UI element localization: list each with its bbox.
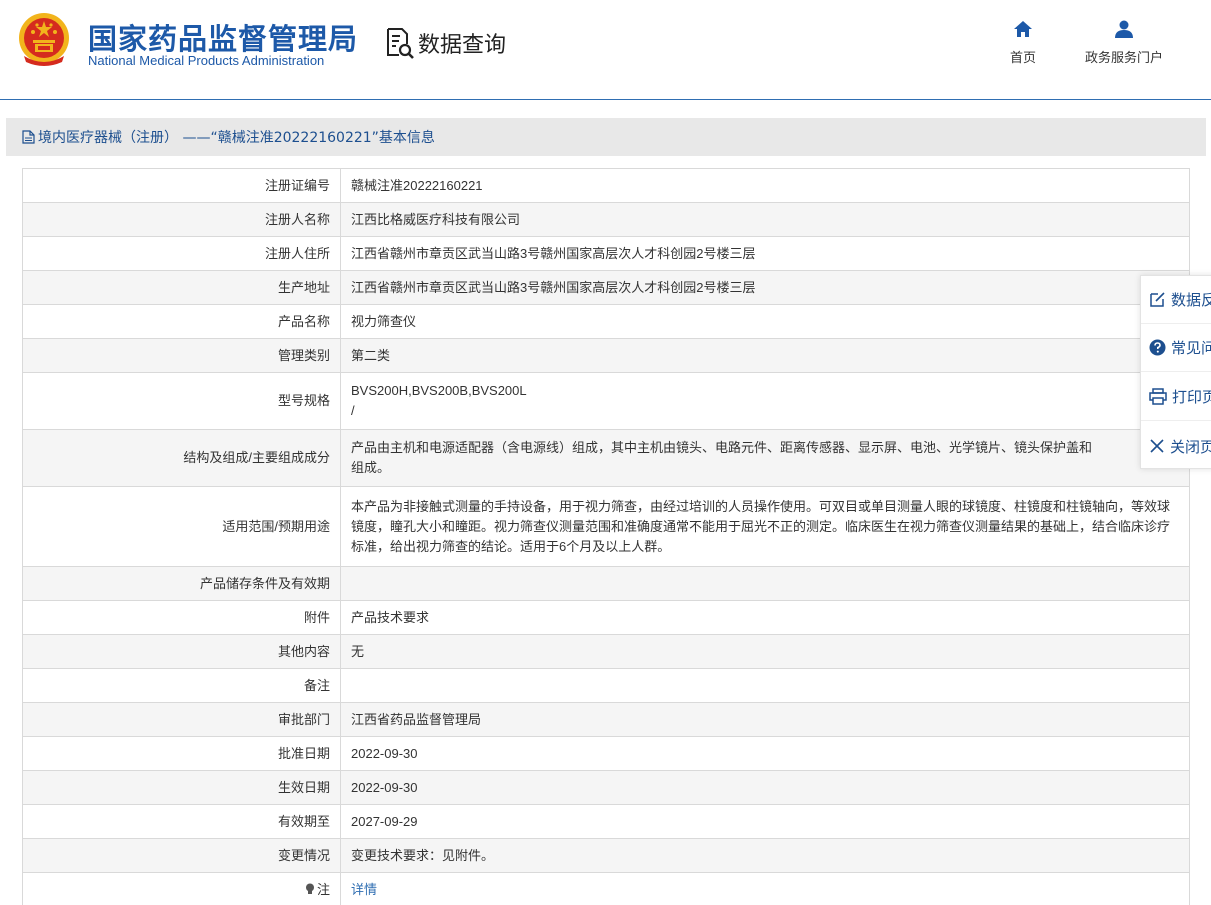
- faq-label: 常见问题: [1171, 339, 1211, 357]
- close-page-button[interactable]: 关闭页面: [1141, 422, 1211, 470]
- print-button[interactable]: 打印页面: [1141, 373, 1211, 421]
- table-row: 附件 产品技术要求: [22, 600, 1190, 635]
- field-value: 江西省赣州市章贡区武当山路3号赣州国家高层次人才科创园2号楼三层: [340, 270, 1190, 305]
- nav-portal-label: 政务服务门户: [1084, 50, 1163, 65]
- field-label: 结构及组成/主要组成成分: [22, 429, 341, 487]
- device-info-table: 注册证编号 赣械注准20222160221 注册人名称 江西比格威医疗科技有限公司 …: [22, 168, 1190, 905]
- table-row: 批准日期 2022-09-30: [22, 736, 1190, 771]
- table-row: 审批部门 江西省药品监督管理局: [22, 702, 1190, 737]
- model-extra: /: [351, 403, 355, 418]
- field-label: 附件: [22, 600, 341, 635]
- home-icon: [1014, 21, 1032, 37]
- table-row: 型号规格 BVS200H,BVS200B,BVS200L /: [22, 372, 1190, 430]
- data-query-heading: 数据查询: [385, 26, 506, 60]
- user-icon: [1115, 20, 1133, 38]
- field-value: 产品由主机和电源适配器（含电源线）组成，其中主机由镜头、电路元件、距离传感器、显…: [340, 429, 1190, 487]
- field-label: 产品储存条件及有效期: [22, 566, 341, 601]
- field-value: 2027-09-29: [340, 804, 1190, 839]
- query-title: 数据查询: [418, 33, 507, 58]
- field-value: [340, 668, 1190, 703]
- field-label: 生效日期: [22, 770, 341, 805]
- question-circle-icon: [1149, 339, 1166, 356]
- field-label: 注册人名称: [22, 202, 341, 237]
- close-page-label: 关闭页面: [1170, 437, 1211, 456]
- field-value: BVS200H,BVS200B,BVS200L /: [340, 372, 1190, 430]
- field-label: 注册证编号: [22, 168, 341, 203]
- brand-name-en: National Medical Products Administration: [88, 53, 325, 68]
- field-value: 本产品为非接触式测量的手持设备，用于视力筛查，由经过培训的人员操作使用。可双目或…: [340, 486, 1190, 567]
- table-row: 产品储存条件及有效期: [22, 566, 1190, 601]
- structure-line-1: 产品由主机和电源适配器（含电源线）组成，其中主机由镜头、电路元件、距离传感器、显…: [351, 440, 1093, 455]
- field-label: 注: [22, 872, 341, 905]
- brand-name-cn: 国家药品监督管理局: [88, 22, 359, 56]
- feedback-label: 数据反馈: [1171, 291, 1211, 309]
- table-row: 备注: [22, 668, 1190, 703]
- record-title-bar: 境内医疗器械（注册） ——“赣械注准20222160221”基本信息: [6, 118, 1206, 156]
- nav-service-portal[interactable]: 政务服务门户: [1078, 20, 1170, 66]
- field-value: 无: [340, 634, 1190, 669]
- model-list: BVS200H,BVS200B,BVS200L: [351, 383, 527, 398]
- field-label: 管理类别: [22, 338, 341, 373]
- table-row: 注册人住所 江西省赣州市章贡区武当山路3号赣州国家高层次人才科创园2号楼三层: [22, 236, 1190, 271]
- lightbulb-icon: [305, 883, 314, 894]
- field-value: 详情: [340, 872, 1190, 905]
- nav-home[interactable]: 首页: [1004, 20, 1042, 66]
- field-label: 有效期至: [22, 804, 341, 839]
- field-value: 产品技术要求: [340, 600, 1190, 635]
- field-label: 备注: [22, 668, 341, 703]
- field-value: 变更技术要求：见附件。: [340, 838, 1190, 873]
- table-row: 注 详情: [22, 872, 1190, 905]
- close-icon: [1150, 439, 1164, 453]
- table-row: 其他内容无: [22, 634, 1190, 669]
- nav-home-label: 首页: [1009, 50, 1036, 65]
- table-row: 变更情况 变更技术要求：见附件。: [22, 838, 1190, 873]
- details-link[interactable]: 详情: [351, 882, 377, 897]
- structure-line-2: 组成。: [351, 460, 391, 475]
- field-label: 批准日期: [22, 736, 341, 771]
- field-value: 江西省药品监督管理局: [340, 702, 1190, 737]
- feedback-button[interactable]: 数据反馈: [1141, 276, 1211, 324]
- table-row: 生产地址 江西省赣州市章贡区武当山路3号赣州国家高层次人才科创园2号楼三层: [22, 270, 1190, 305]
- printer-icon: [1149, 388, 1167, 405]
- field-label: 产品名称: [22, 304, 341, 339]
- site-header: 国家药品监督管理局 National Medical Products Admi…: [0, 0, 1211, 100]
- table-row: 有效期至 2027-09-29: [22, 804, 1190, 839]
- record-title: 境内医疗器械（注册） ——“赣械注准20222160221”基本信息: [38, 130, 435, 146]
- field-label: 型号规格: [22, 372, 341, 430]
- table-row: 注册证编号 赣械注准20222160221: [22, 168, 1190, 203]
- field-value: 江西省赣州市章贡区武当山路3号赣州国家高层次人才科创园2号楼三层: [340, 236, 1190, 271]
- field-value: 江西比格威医疗科技有限公司: [340, 202, 1190, 237]
- field-label: 变更情况: [22, 838, 341, 873]
- table-row: 产品名称 视力筛查仪: [22, 304, 1190, 339]
- field-label: 注册人住所: [22, 236, 341, 271]
- table-row: 注册人名称 江西比格威医疗科技有限公司: [22, 202, 1190, 237]
- faq-button[interactable]: 常见问题: [1141, 324, 1211, 372]
- field-value: 第二类: [340, 338, 1190, 373]
- field-label: 审批部门: [22, 702, 341, 737]
- table-row: 生效日期 2022-09-30: [22, 770, 1190, 805]
- table-row: 管理类别 第二类: [22, 338, 1190, 373]
- floating-toolbar: 数据反馈 常见问题 打印页面 关闭页面: [1140, 275, 1211, 469]
- field-value: [340, 566, 1190, 601]
- table-row: 结构及组成/主要组成成分 产品由主机和电源适配器（含电源线）组成，其中主机由镜头、…: [22, 429, 1190, 487]
- national-emblem-icon: [19, 13, 69, 66]
- field-label: 其他内容: [22, 634, 341, 669]
- field-label: 生产地址: [22, 270, 341, 305]
- field-label: 适用范围/预期用途: [22, 486, 341, 567]
- table-row: 适用范围/预期用途 本产品为非接触式测量的手持设备，用于视力筛查，由经过培训的人员…: [22, 486, 1190, 567]
- edit-icon: [1150, 292, 1165, 307]
- field-value: 2022-09-30: [340, 770, 1190, 805]
- field-value: 视力筛查仪: [340, 304, 1190, 339]
- print-label: 打印页面: [1172, 388, 1211, 406]
- field-value: 2022-09-30: [340, 736, 1190, 771]
- document-icon: [22, 130, 35, 144]
- document-search-icon: [387, 28, 414, 59]
- field-value: 赣械注准20222160221: [340, 168, 1190, 203]
- note-label: 注: [316, 881, 330, 897]
